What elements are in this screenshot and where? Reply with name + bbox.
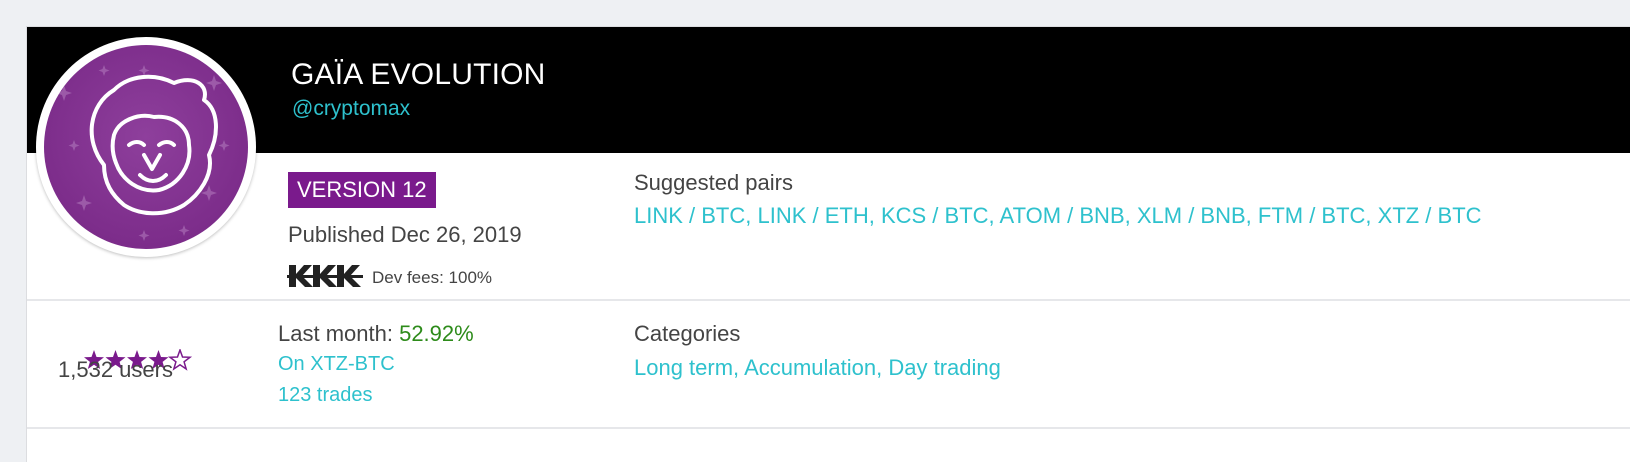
trade-count[interactable]: 123 trades [278, 384, 373, 407]
bot-author-handle[interactable]: @cryptomax [292, 97, 410, 121]
categories-title: Categories [634, 321, 741, 346]
bot-name[interactable]: GAÏA EVOLUTION [291, 58, 546, 92]
suggested-pairs-list[interactable]: LINK / BTC, LINK / ETH, KCS / BTC, ATOM … [634, 203, 1482, 229]
bot-card: GAÏA EVOLUTION @cryptomax VERSION 12 Pub… [26, 26, 1630, 462]
star-empty-icon [167, 349, 193, 371]
section-divider-bottom [27, 427, 1630, 429]
lion-face-icon [44, 45, 248, 249]
last-month-performance: Last month: 52.92% [278, 321, 474, 347]
published-date: Published Dec 26, 2019 [288, 222, 522, 247]
suggested-pairs-title: Suggested pairs [634, 170, 793, 195]
bot-avatar[interactable] [36, 37, 256, 257]
users-count: 1,532 users [58, 357, 173, 382]
bot-banner: GAÏA EVOLUTION @cryptomax [27, 27, 1630, 153]
version-badge: VERSION 12 [288, 172, 436, 208]
last-month-label: Last month: [278, 321, 400, 346]
last-month-value: 52.92% [399, 321, 474, 346]
section-divider [27, 299, 1630, 301]
performance-pair[interactable]: On XTZ-BTC [278, 353, 395, 376]
categories-list[interactable]: Long term, Accumulation, Day trading [634, 355, 1001, 381]
dev-logo-icon [287, 263, 363, 289]
dev-fees: Dev fees: 100% [372, 268, 493, 287]
